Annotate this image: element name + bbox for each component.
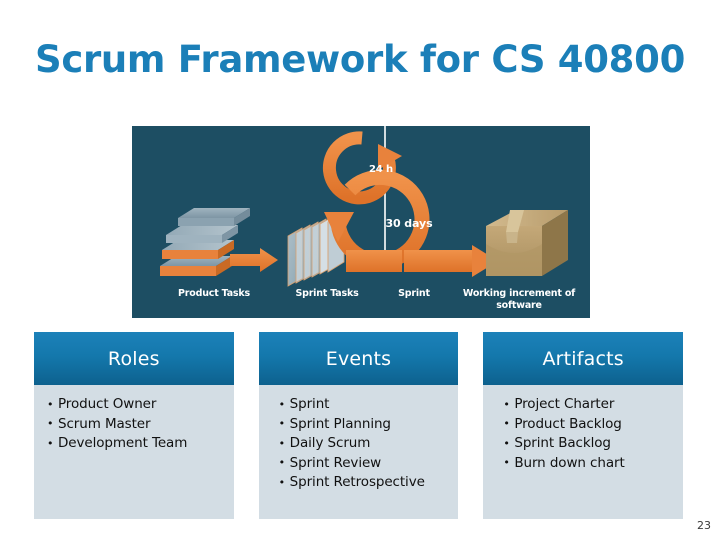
artifacts-list: Project Charter Product Backlog Sprint B… xyxy=(493,395,683,473)
list-item: Project Charter xyxy=(503,395,683,415)
table-column-roles: Roles Product Owner Scrum Master Develop… xyxy=(34,332,234,519)
list-item: Daily Scrum xyxy=(279,434,459,454)
page-title: Scrum Framework for CS 40800 xyxy=(34,38,686,81)
cycle-label-daily: 24 h xyxy=(368,164,394,175)
list-item: Sprint Review xyxy=(279,453,459,474)
list-item: Scrum Master xyxy=(47,414,234,435)
cycle-label-sprint: 30 days xyxy=(385,217,433,230)
list-item: Sprint Backlog xyxy=(503,434,683,454)
diagram-caption-product-tasks: Product Tasks xyxy=(178,288,250,299)
roles-list: Product Owner Scrum Master Development T… xyxy=(44,395,234,454)
list-item: Burn down chart xyxy=(503,453,683,474)
list-item: Sprint Retrospective xyxy=(279,473,459,493)
column-header-artifacts: Artifacts xyxy=(483,332,684,385)
table-column-artifacts: Artifacts Project Charter Product Backlo… xyxy=(483,332,684,519)
list-item: Sprint xyxy=(279,395,459,415)
list-item: Development Team xyxy=(47,434,234,454)
column-body-events: Sprint Sprint Planning Daily Scrum Sprin… xyxy=(258,385,459,519)
list-item: Product Backlog xyxy=(503,414,683,435)
page-number: 23 xyxy=(697,519,711,532)
column-header-roles: Roles xyxy=(34,332,234,385)
diagram-caption-working-increment: Working increment of software xyxy=(462,288,576,311)
scrum-framework-diagram: 24 h 30 days Product Tasks Sprint Tasks … xyxy=(132,126,590,318)
column-body-artifacts: Project Charter Product Backlog Sprint B… xyxy=(483,385,684,519)
table-column-events: Events Sprint Sprint Planning Daily Scru… xyxy=(258,332,459,519)
diagram-caption-sprint: Sprint xyxy=(398,288,430,299)
scrum-summary-table: Roles Product Owner Scrum Master Develop… xyxy=(34,332,684,519)
column-body-roles: Product Owner Scrum Master Development T… xyxy=(34,385,234,519)
list-item: Sprint Planning xyxy=(279,414,459,435)
list-item: Product Owner xyxy=(47,395,234,415)
events-list: Sprint Sprint Planning Daily Scrum Sprin… xyxy=(269,395,459,493)
column-header-events: Events xyxy=(258,332,459,385)
